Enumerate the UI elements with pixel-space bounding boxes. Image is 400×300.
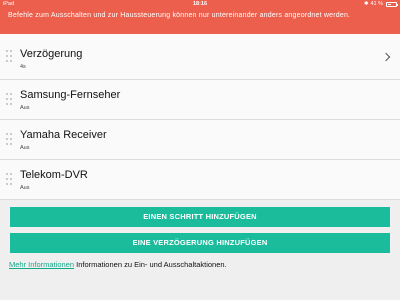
list-item-subtitle: Aus	[20, 185, 30, 191]
banner-text: Befehle zum Ausschalten und zur Haussteu…	[8, 12, 351, 19]
info-description: Informationen zu Ein- und Ausschaltaktio…	[74, 260, 227, 269]
list-item-subtitle: 4s	[20, 64, 26, 70]
activity-step-list: Verzögerung 4s Samsung-Fernseher Aus Yam…	[0, 34, 400, 200]
info-text: Mehr Informationen Informationen zu Ein-…	[9, 260, 227, 269]
list-item-delay[interactable]: Verzögerung 4s	[0, 34, 400, 80]
info-banner: Befehle zum Ausschalten und zur Haussteu…	[0, 9, 400, 34]
battery-fill	[387, 3, 392, 6]
list-item-title: Verzögerung	[20, 48, 83, 60]
drag-handle-icon[interactable]	[6, 132, 12, 147]
drag-handle-icon[interactable]	[6, 49, 12, 64]
list-item-yamaha[interactable]: Yamaha Receiver Aus	[0, 120, 400, 160]
status-time: 18:16	[192, 1, 208, 7]
list-item-title: Samsung-Fernseher	[20, 89, 121, 101]
add-delay-button[interactable]: EINE VERZÖGERUNG HINZUFÜGEN	[10, 233, 390, 253]
list-item-subtitle: Aus	[20, 105, 30, 111]
battery-percent: 41 %	[370, 1, 383, 7]
drag-handle-icon[interactable]	[6, 92, 12, 107]
status-right: ✱ 41 %	[363, 0, 398, 9]
bluetooth-icon: ✱	[363, 1, 369, 7]
list-item-title: Telekom-DVR	[20, 169, 88, 181]
list-item-telekom[interactable]: Telekom-DVR Aus	[0, 160, 400, 200]
list-item-title: Yamaha Receiver	[20, 129, 107, 141]
drag-handle-icon[interactable]	[6, 172, 12, 187]
add-step-button[interactable]: EINEN SCHRITT HINZUFÜGEN	[10, 207, 390, 227]
list-item-samsung[interactable]: Samsung-Fernseher Aus	[0, 80, 400, 120]
status-bar: iPad 18:16 ✱ 41 %	[0, 0, 400, 9]
list-item-subtitle: Aus	[20, 145, 30, 151]
more-info-link[interactable]: Mehr Informationen	[9, 260, 74, 269]
battery-icon	[386, 2, 398, 7]
chevron-right-icon[interactable]	[381, 52, 391, 62]
